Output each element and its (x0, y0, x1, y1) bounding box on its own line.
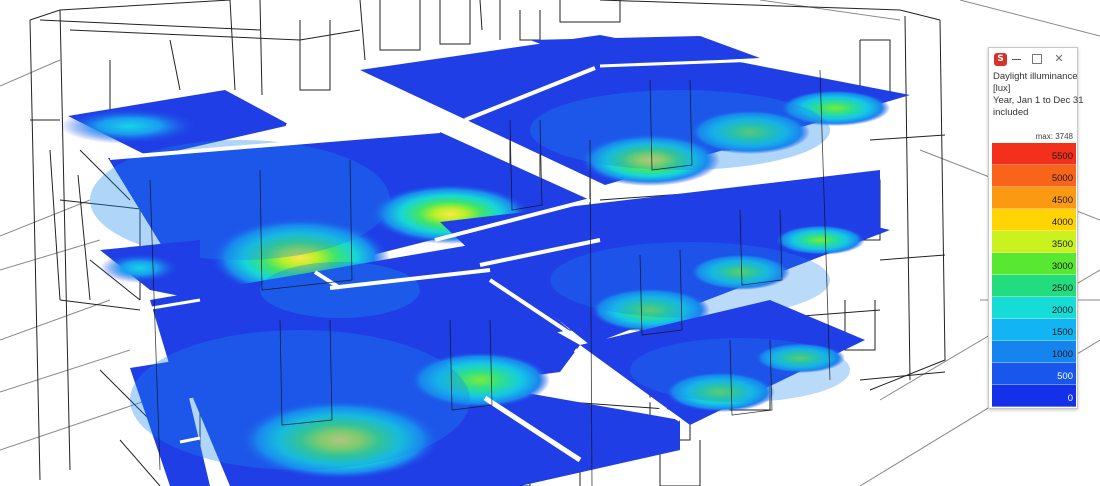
legend-band-label: 1000 (1051, 349, 1073, 360)
legend-band-label: 500 (1057, 371, 1073, 382)
legend-band-label: 0 (1067, 393, 1073, 404)
legend-band-label: 3500 (1051, 239, 1073, 250)
maximize-button[interactable] (1029, 51, 1045, 67)
legend-band: 3000 (992, 253, 1076, 275)
minimize-button[interactable] (1009, 51, 1025, 67)
maximize-icon (1032, 54, 1042, 64)
legend-period: Year, Jan 1 to Dec 31 (993, 95, 1084, 106)
legend-max-value: max: 3748 (1035, 132, 1073, 141)
model-viewport[interactable]: S ✕ Daylight illuminance [lux] Year, Jan… (0, 0, 1100, 486)
legend-band: 5000 (992, 165, 1076, 187)
legend-color-scale: 5500 5000 4500 4000 3500 3000 2500 2000 1500 1000… (992, 143, 1076, 407)
close-icon: ✕ (1054, 52, 1064, 65)
legend-titlebar[interactable]: S ✕ (989, 48, 1077, 70)
legend-band: 1000 (992, 341, 1076, 363)
legend-band: 1500 (992, 319, 1076, 341)
legend-band: 4500 (992, 187, 1076, 209)
legend-band: 0 (992, 385, 1076, 407)
legend-band: 2500 (992, 275, 1076, 297)
legend-band: 5500 (992, 143, 1076, 165)
legend-band: 2000 (992, 297, 1076, 319)
legend-band-label: 2000 (1051, 305, 1073, 316)
legend-band-label: 4000 (1051, 217, 1073, 228)
legend-unit: [lux] (993, 83, 1011, 94)
building-3d-scene[interactable] (0, 0, 1100, 486)
close-button[interactable]: ✕ (1051, 51, 1067, 67)
legend-band: 500 (992, 363, 1076, 385)
legend-band-label: 4500 (1051, 195, 1073, 206)
legend-band-label: 2500 (1051, 283, 1073, 294)
legend-band: 4000 (992, 209, 1076, 231)
legend-period-note: included (993, 107, 1029, 118)
sketchup-icon: S (994, 53, 1007, 66)
legend-title: Daylight illuminance [lux] Year, Jan 1 t… (993, 71, 1084, 119)
legend-band-label: 3000 (1051, 261, 1073, 272)
legend-band: 3500 (992, 231, 1076, 253)
minimize-icon (1012, 59, 1021, 60)
legend-band-label: 5000 (1051, 173, 1073, 184)
legend-band-label: 1500 (1051, 327, 1073, 338)
illuminance-legend-window[interactable]: S ✕ Daylight illuminance [lux] Year, Jan… (988, 47, 1084, 409)
legend-title-line: Daylight illuminance (993, 71, 1078, 82)
legend-band-label: 5500 (1051, 151, 1073, 162)
